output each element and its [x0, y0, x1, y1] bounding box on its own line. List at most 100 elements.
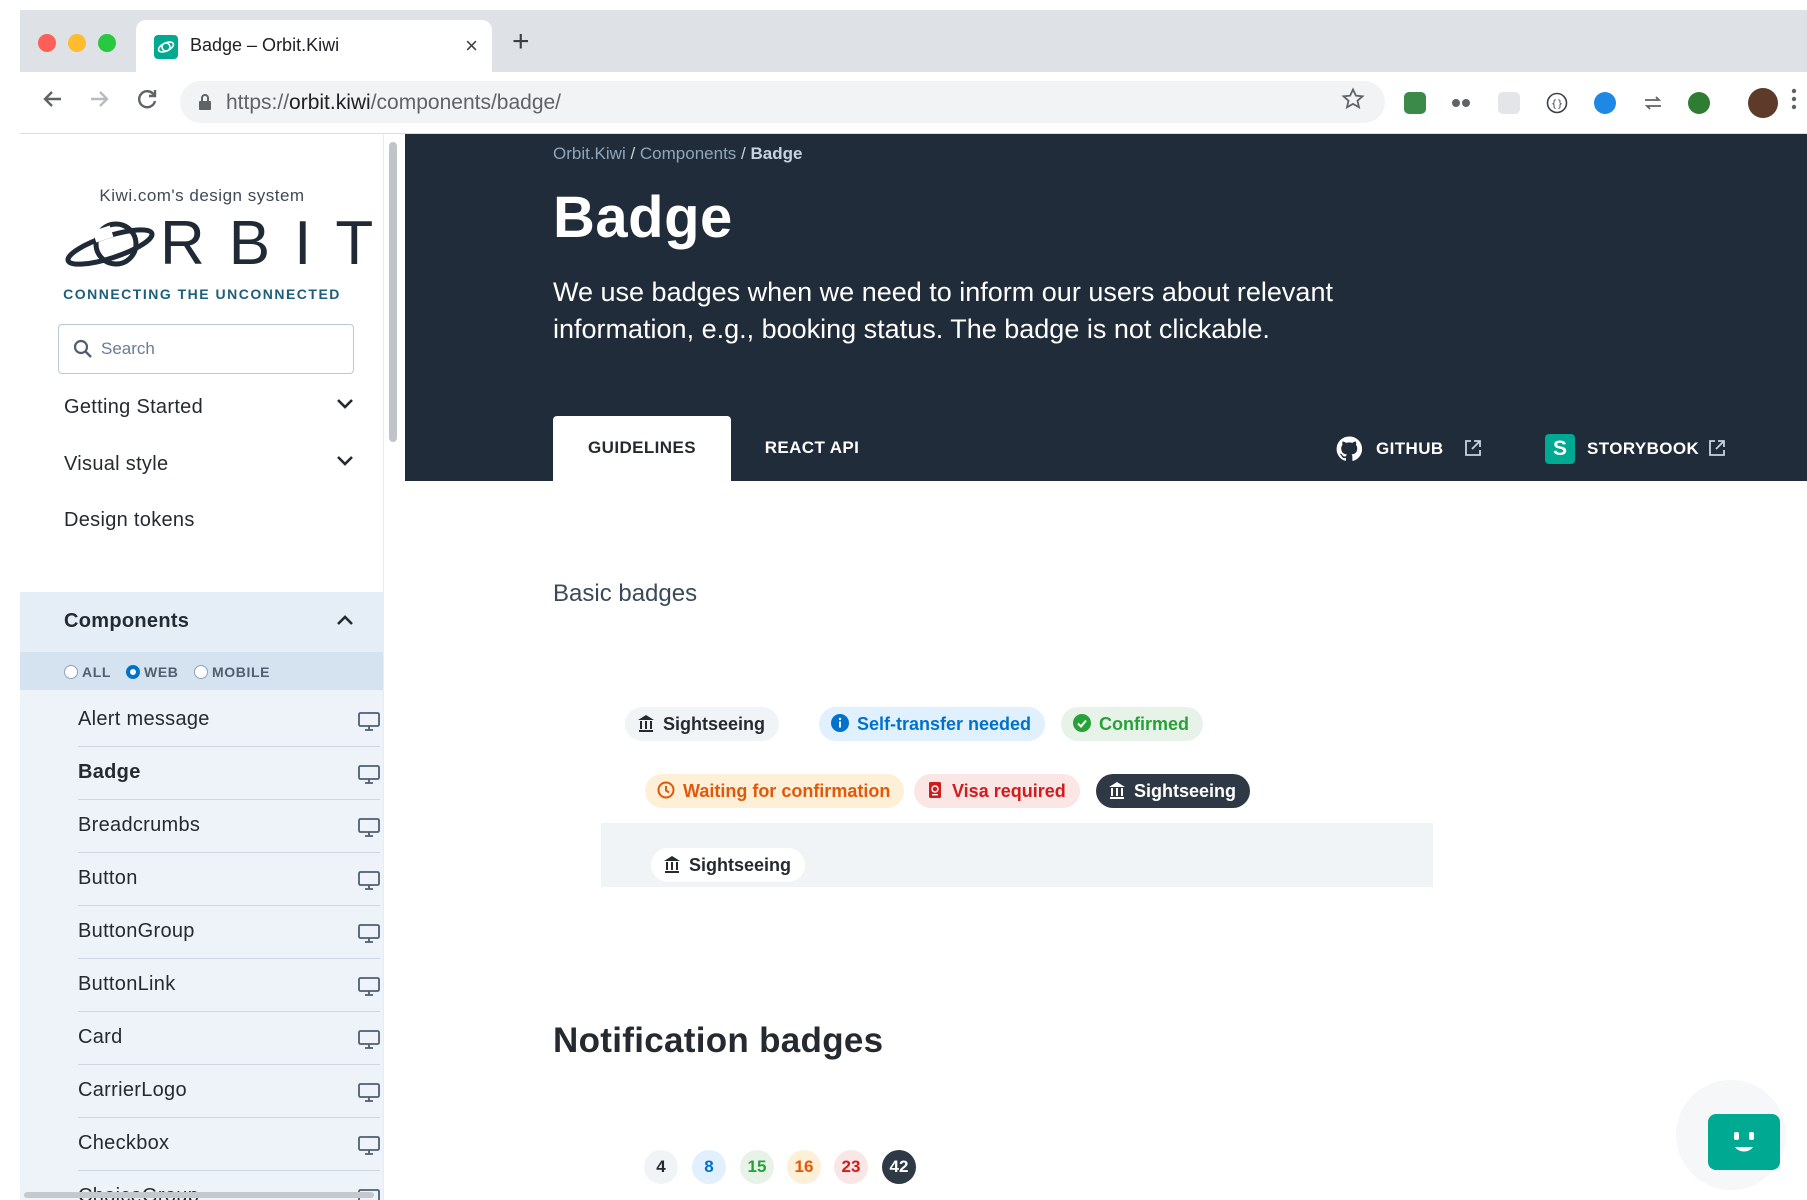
external-link-icon: [1709, 440, 1725, 456]
browser-tab-active[interactable]: Badge – Orbit.Kiwi ×: [136, 20, 492, 72]
component-item-button[interactable]: Button: [78, 853, 380, 906]
component-item-badge[interactable]: Badge: [78, 747, 380, 800]
sidebar-item-visual-style[interactable]: Visual style: [20, 439, 383, 491]
tab-label: REACT API: [764, 438, 860, 457]
extension-evernote-icon[interactable]: [1404, 92, 1426, 114]
tab-close-icon[interactable]: ×: [465, 33, 478, 59]
notification-badge-info: 8: [692, 1150, 726, 1184]
breadcrumb-link-home[interactable]: Orbit.Kiwi: [553, 144, 626, 163]
component-label: ButtonLink: [78, 973, 176, 995]
back-arrow-icon[interactable]: [40, 86, 66, 118]
sidebar: Kiwi.com's design system RBIT CONNECTING…: [20, 134, 384, 1200]
tab-guidelines[interactable]: GUIDELINES: [553, 416, 731, 481]
close-window-button[interactable]: [38, 34, 56, 52]
component-label: Card: [78, 1026, 123, 1048]
url-scheme: https://: [226, 91, 290, 114]
tab-strip: Badge – Orbit.Kiwi × +: [20, 10, 1807, 72]
profile-avatar[interactable]: [1748, 88, 1778, 118]
sidebar-item-label: Getting Started: [64, 396, 204, 418]
chat-widget-button[interactable]: [1708, 1114, 1780, 1170]
breadcrumb: Orbit.Kiwi / Components / Badge: [553, 144, 802, 164]
notification-badge-success: 15: [740, 1150, 774, 1184]
search-input[interactable]: Search: [58, 324, 354, 374]
storybook-link[interactable]: S STORYBOOK: [1545, 434, 1730, 464]
desktop-icon: [358, 765, 380, 784]
component-item-buttongroup[interactable]: ButtonGroup: [78, 906, 380, 959]
radio-dot: [194, 665, 208, 680]
extension-arrows-icon[interactable]: [1642, 92, 1664, 114]
notification-badge-critical: 23: [834, 1150, 868, 1184]
sidebar-item-label: Components: [64, 610, 190, 632]
github-link[interactable]: GITHUB: [1336, 434, 1486, 464]
tab-title: Badge – Orbit.Kiwi: [190, 35, 340, 55]
component-list: Alert message Badge Breadcrumbs Button B…: [20, 690, 383, 1200]
extension-braces-icon[interactable]: {}: [1546, 92, 1568, 114]
orbit-favicon-icon: [154, 35, 178, 59]
extension-grid-icon[interactable]: [1498, 92, 1520, 114]
filter-radio-web[interactable]: WEB: [126, 664, 178, 680]
extension-dots-icon[interactable]: [1450, 92, 1472, 114]
bookmark-star-icon[interactable]: [1341, 87, 1365, 118]
component-item-card[interactable]: Card: [78, 1012, 380, 1065]
notification-badge-neutral: 4: [644, 1150, 678, 1184]
kebab-menu-icon[interactable]: [1790, 86, 1798, 119]
desktop-icon: [358, 712, 380, 731]
storybook-label: STORYBOOK: [1587, 439, 1700, 458]
address-bar[interactable]: https://orbit.kiwi/components/badge/: [180, 81, 1385, 123]
landmark-icon: [1109, 782, 1125, 800]
component-item-carrierlogo[interactable]: CarrierLogo: [78, 1065, 380, 1118]
sidebar-item-design-tokens[interactable]: Design tokens: [20, 495, 383, 547]
orbit-logo[interactable]: RBIT: [64, 209, 373, 282]
url-path: /components/badge/: [370, 91, 562, 114]
component-item-breadcrumbs[interactable]: Breadcrumbs: [78, 800, 380, 853]
sidebar-item-components[interactable]: Components: [20, 592, 383, 652]
sidebar-scrollbar[interactable]: [389, 142, 397, 442]
badge-info: Self-transfer needed: [819, 707, 1046, 741]
filter-radio-mobile[interactable]: MOBILE: [194, 664, 270, 680]
desktop-icon: [358, 818, 380, 837]
page-header: Orbit.Kiwi / Components / Badge Badge We…: [405, 134, 1807, 481]
sidebar-subtitle: CONNECTING THE UNCONNECTED: [63, 286, 341, 302]
sidebar-item-label: Visual style: [64, 453, 169, 475]
check-circle-icon: [1073, 714, 1091, 733]
new-tab-button[interactable]: +: [512, 27, 530, 57]
extension-zoom-icon[interactable]: [1594, 92, 1616, 114]
desktop-icon: [358, 1083, 380, 1102]
component-label: CarrierLogo: [78, 1079, 187, 1101]
reload-icon[interactable]: [134, 86, 160, 118]
chat-smile-icon: [1734, 1132, 1754, 1152]
landmark-icon: [664, 856, 680, 874]
browser-window: Badge – Orbit.Kiwi × + https://orbit.kiw…: [20, 10, 1807, 1200]
radio-dot: [126, 665, 140, 680]
desktop-icon: [358, 977, 380, 996]
extension-search-green-icon[interactable]: [1688, 92, 1710, 114]
page-title: Badge: [553, 185, 733, 250]
badge-label: Sightseeing: [1134, 781, 1237, 801]
github-icon: [1336, 436, 1362, 461]
forward-arrow-icon[interactable]: [86, 86, 112, 118]
component-label: ButtonGroup: [78, 920, 195, 942]
tab-react-api[interactable]: REACT API: [731, 416, 893, 481]
filter-label: MOBILE: [212, 664, 271, 680]
horizontal-scrollbar[interactable]: [24, 1192, 374, 1198]
section-heading-notification-badges: Notification badges: [553, 1021, 884, 1060]
component-item-buttonlink[interactable]: ButtonLink: [78, 959, 380, 1012]
chevron-up-icon: [337, 615, 353, 625]
breadcrumb-link-components[interactable]: Components: [640, 144, 736, 163]
badge-neutral: Sightseeing: [625, 707, 780, 741]
filter-radio-all[interactable]: ALL: [64, 664, 111, 680]
component-item-alert-message[interactable]: Alert message: [78, 694, 380, 747]
badge-label: Sightseeing: [663, 714, 766, 734]
svg-text:{}: {}: [1551, 99, 1563, 110]
sidebar-item-getting-started[interactable]: Getting Started: [20, 382, 383, 434]
component-item-checkbox[interactable]: Checkbox: [78, 1118, 380, 1171]
section-heading-basic-badges: Basic badges: [553, 580, 698, 607]
desktop-icon: [358, 924, 380, 943]
maximize-window-button[interactable]: [98, 34, 116, 52]
notification-badge-warning: 16: [787, 1150, 821, 1184]
minimize-window-button[interactable]: [68, 34, 86, 52]
badge-label: Self-transfer needed: [857, 714, 1032, 734]
chevron-down-icon: [337, 399, 353, 409]
info-icon: [831, 714, 849, 733]
badge-label: Waiting for confirmation: [683, 781, 891, 801]
